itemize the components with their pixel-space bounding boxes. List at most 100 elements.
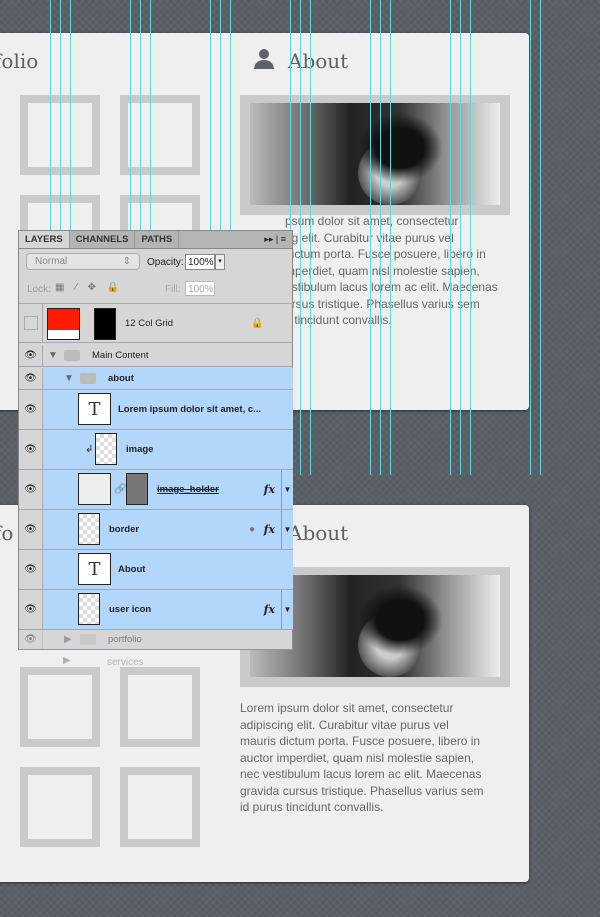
blend-mode-value: Normal (35, 256, 68, 267)
blend-mode-select[interactable]: Normal ⇕ (26, 253, 140, 270)
guide-line (530, 0, 531, 475)
tab-channels[interactable]: CHANNELS (70, 231, 136, 248)
about-paragraph: Lorem ipsum dolor sit amet, consectetur a… (240, 700, 530, 816)
text-line: estibulum lacus lorem ac elit. Maecenas (285, 280, 498, 294)
eye-icon[interactable]: 👁 (19, 430, 43, 469)
layer-name: user icon (109, 604, 152, 615)
text-line: mperdiet, quam nisl molestie sapien, (285, 263, 480, 278)
about-heading: About (288, 521, 349, 545)
mask-thumb (94, 308, 116, 340)
layer-name: About (118, 564, 146, 575)
text-line: mauris dictum porta. Fusce posuere, libe… (240, 734, 481, 748)
guide-line (450, 0, 451, 475)
expand-icon[interactable]: ▶ (64, 634, 72, 645)
layer-name: about (108, 373, 134, 384)
expand-icon[interactable]: ▶ (63, 655, 71, 666)
layer-thumb (78, 593, 100, 625)
layer-name: Lorem ipsum dolor sit amet, c... (118, 404, 262, 415)
opacity-value: 100% (188, 257, 214, 268)
layer-about-group[interactable]: 👁 ▼ about (19, 368, 293, 390)
guide-line (300, 0, 301, 475)
layer-lorem-text[interactable]: 👁 T Lorem ipsum dolor sit amet, c... (19, 390, 293, 430)
layer-about-text[interactable]: 👁 T About (19, 550, 293, 590)
text-line: Lorem ipsum dolor sit amet, consectetur (240, 701, 454, 715)
portfolio-thumb (120, 95, 200, 175)
visibility-toggle[interactable] (19, 304, 43, 342)
layer-image[interactable]: 👁 ↲ image (19, 430, 293, 470)
smart-object-icon: ● (248, 524, 255, 535)
tab-layers[interactable]: LAYERS (19, 231, 70, 248)
lock-icon: 🔒 (251, 317, 264, 329)
eye-icon[interactable]: 👁 (19, 390, 43, 429)
lock-label: Lock: (27, 284, 51, 295)
guide-line (380, 0, 381, 475)
text-line: s tincidunt convallis. (285, 313, 392, 327)
layer-thumb (78, 473, 111, 505)
layer-thumb (78, 513, 100, 545)
portfolio-heading: fo (0, 521, 14, 545)
fx-icon[interactable]: fx (264, 603, 275, 616)
fx-icon[interactable]: fx (264, 523, 275, 536)
layer-image-holder[interactable]: 👁 🔗 image_holder fx ▼ (19, 470, 293, 510)
folder-icon (64, 350, 80, 361)
portfolio-heading: folio (0, 49, 39, 73)
text-layer-thumb: T (78, 553, 111, 585)
eye-icon[interactable]: 👁 (19, 590, 43, 629)
layer-12-col-grid[interactable]: 12 Col Grid 🔒 (19, 303, 293, 343)
tab-paths[interactable]: PATHS (135, 231, 180, 248)
guide-line (310, 0, 311, 475)
layer-name: portfolio (108, 634, 142, 645)
effects-toggle[interactable]: ▼ (281, 510, 293, 549)
guide-line (370, 0, 371, 475)
layer-services-group[interactable]: ▶ services (18, 650, 218, 670)
text-line: psum dolor sit amet, consectetur (285, 214, 459, 228)
eye-icon[interactable]: 👁 (19, 630, 43, 649)
layer-name: border (109, 524, 140, 535)
about-heading: About (288, 49, 349, 73)
effects-toggle[interactable]: ▼ (281, 590, 293, 629)
expand-icon[interactable]: ▼ (64, 373, 74, 384)
eye-icon[interactable]: 👁 (19, 550, 43, 589)
folder-icon (80, 634, 96, 645)
layer-main-content[interactable]: 👁 ▼ Main Content (19, 345, 293, 367)
text-line: auctor imperdiet, quam nisl molestie sap… (240, 750, 475, 765)
text-line: dictum porta. Fusce posuere, libero in (285, 247, 486, 261)
layer-thumb (47, 308, 80, 340)
text-line: nec vestibulum lacus lorem ac elit. Maec… (240, 767, 482, 781)
layer-name: services (107, 657, 144, 668)
layer-thumb (95, 433, 117, 465)
guide-line (540, 0, 541, 475)
eye-icon[interactable]: 👁 (19, 368, 43, 389)
text-layer-thumb: T (78, 393, 111, 425)
layer-name: image_holder (157, 484, 219, 495)
text-line: adipiscing elit. Curabitur vitae purus v… (240, 717, 449, 732)
about-photo (250, 103, 500, 205)
guide-line (390, 0, 391, 475)
eye-icon[interactable]: 👁 (19, 510, 43, 549)
layer-border[interactable]: 👁 border ● fx ▼ (19, 510, 293, 550)
layer-name: 12 Col Grid (125, 317, 174, 329)
opacity-label: Opacity: (147, 257, 184, 268)
fx-icon[interactable]: fx (264, 483, 275, 496)
eye-icon[interactable]: 👁 (19, 345, 43, 366)
layer-user-icon[interactable]: 👁 user icon fx ▼ (19, 590, 293, 630)
portfolio-thumb (20, 767, 100, 847)
layer-portfolio-group[interactable]: 👁 ▶ portfolio (19, 630, 293, 650)
effects-toggle[interactable]: ▼ (281, 470, 293, 509)
folder-icon (80, 373, 96, 384)
fill-input[interactable]: 100% (185, 281, 215, 296)
eye-icon[interactable]: 👁 (19, 470, 43, 509)
layer-name: Main Content (92, 350, 149, 361)
fill-value: 100% (188, 284, 214, 295)
mask-thumb (126, 473, 148, 505)
guide-line (470, 0, 471, 475)
portfolio-thumb (20, 667, 100, 747)
text-line: id purus tincidunt convallis. (240, 800, 384, 814)
opacity-dropdown[interactable]: ▾ (215, 254, 225, 270)
portfolio-thumb (120, 667, 200, 747)
opacity-input[interactable]: 100% (185, 254, 215, 270)
panel-menu-icon[interactable]: ▸▸ | ≡ (258, 231, 292, 248)
lock-icons[interactable]: ▦ ∕ ✥ 🔒 (55, 282, 123, 293)
expand-icon[interactable]: ▼ (48, 350, 58, 361)
portfolio-thumb (120, 767, 200, 847)
